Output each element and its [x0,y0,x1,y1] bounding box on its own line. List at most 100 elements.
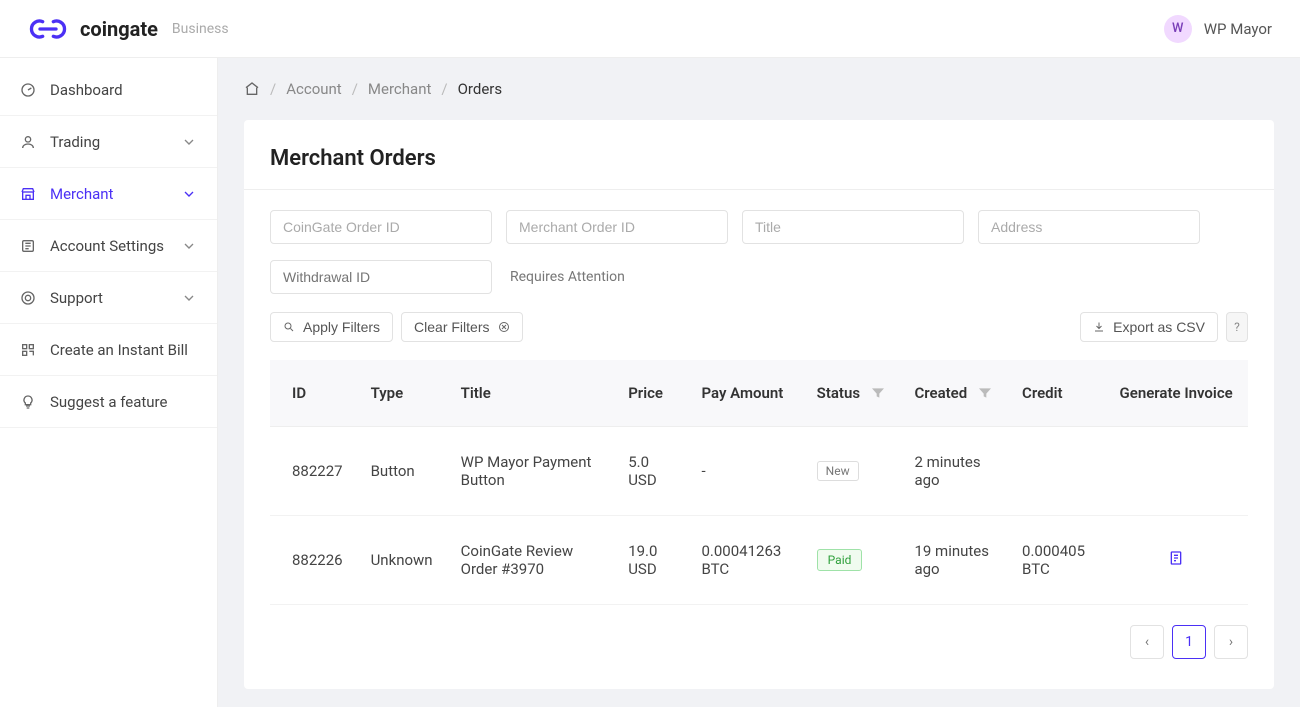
sidebar-item-trading[interactable]: Trading [0,116,217,168]
cell-created: 2 minutes ago [902,427,1010,516]
cell-pay-amount: 0.00041263 BTC [689,516,804,605]
th-price: Price [616,360,689,427]
th-generate-invoice: Generate Invoice [1104,360,1248,427]
th-credit: Credit [1010,360,1104,427]
breadcrumb-sep: / [352,80,358,98]
brand[interactable]: coingate Business [28,17,229,41]
clear-icon [498,321,510,333]
gauge-icon [20,82,36,98]
breadcrumb: / Account / Merchant / Orders [244,58,1274,120]
cell-id: 882226 [270,516,359,605]
sidebar-item-label: Suggest a feature [50,393,167,411]
cell-created: 19 minutes ago [902,516,1010,605]
th-pay-amount: Pay Amount [689,360,804,427]
home-icon[interactable] [244,81,260,97]
filter-icon [870,385,886,401]
table-row[interactable]: 882226UnknownCoinGate Review Order #3970… [270,516,1248,605]
avatar: W [1164,15,1192,43]
bulb-icon [20,394,36,410]
export-hint-button[interactable]: ? [1226,312,1248,342]
user-menu[interactable]: W WP Mayor [1164,15,1272,43]
pagination: ‹ 1 › [270,625,1248,659]
cell-generate-invoice[interactable] [1104,516,1248,605]
lifebuoy-icon [20,290,36,306]
topbar: coingate Business W WP Mayor [0,0,1300,58]
filter-row-2: Requires Attention [270,260,1248,294]
page-next-button[interactable]: › [1214,625,1248,659]
filter-row-1 [270,210,1248,244]
orders-card: Merchant Orders Requires Attention [244,120,1274,689]
cell-status: New [805,427,903,516]
filter-coingate-order-id[interactable] [270,210,492,244]
table-row[interactable]: 882227ButtonWP Mayor Payment Button5.0 U… [270,427,1248,516]
cell-price: 19.0 USD [616,516,689,605]
orders-table: ID Type Title Price Pay Amount Status [270,360,1248,605]
main-content: / Account / Merchant / Orders Merchant O… [218,58,1300,707]
sidebar-item-account-settings[interactable]: Account Settings [0,220,217,272]
sidebar-item-label: Trading [50,133,100,151]
th-status-label: Status [817,384,860,402]
filter-title[interactable] [742,210,964,244]
th-type: Type [359,360,449,427]
filter-withdrawal-id[interactable] [270,260,492,294]
brand-name: coingate [80,17,158,41]
divider [244,189,1274,190]
cell-status: Paid [805,516,903,605]
cell-pay-amount: - [689,427,804,516]
filter-merchant-order-id[interactable] [506,210,728,244]
th-title: Title [449,360,617,427]
th-status[interactable]: Status [805,360,903,427]
brand-logo-icon [28,17,68,41]
sidebar-item-label: Support [50,289,103,307]
filter-toolbar: Apply Filters Clear Filters Expo [270,312,1248,342]
apply-filters-button[interactable]: Apply Filters [270,312,393,342]
status-badge: Paid [817,549,863,571]
cell-type[interactable]: Button [359,427,449,516]
sidebar-item-label: Account Settings [50,237,164,255]
cell-price: 5.0 USD [616,427,689,516]
breadcrumb-merchant[interactable]: Merchant [368,80,431,98]
sidebar-item-label: Dashboard [50,81,123,99]
breadcrumb-account[interactable]: Account [286,80,342,98]
sidebar: Dashboard Trading Merchant [0,58,218,707]
sidebar-item-suggest-feature[interactable]: Suggest a feature [0,376,217,428]
chevron-down-icon [181,238,197,254]
page-prev-button[interactable]: ‹ [1130,625,1164,659]
export-csv-label: Export as CSV [1113,319,1205,335]
chevron-down-icon [181,290,197,306]
filter-icon [977,385,993,401]
table-header-row: ID Type Title Price Pay Amount Status [270,360,1248,427]
clear-filters-label: Clear Filters [414,319,489,335]
cell-credit: 0.000405 BTC [1010,516,1104,605]
sidebar-item-support[interactable]: Support [0,272,217,324]
chevron-down-icon [181,186,197,202]
clear-filters-button[interactable]: Clear Filters [401,312,522,342]
breadcrumb-sep: / [441,80,447,98]
breadcrumb-current: Orders [458,80,503,98]
sidebar-item-merchant[interactable]: Merchant [0,168,217,220]
apply-filters-label: Apply Filters [303,319,380,335]
cell-generate-invoice [1104,427,1248,516]
export-csv-button[interactable]: Export as CSV [1080,312,1218,342]
settings-icon [20,238,36,254]
export-icon [1093,321,1105,333]
cell-id: 882227 [270,427,359,516]
cell-title: WP Mayor Payment Button [449,427,617,516]
sidebar-item-label: Create an Instant Bill [50,341,188,359]
search-icon [283,321,295,333]
storefront-icon [20,186,36,202]
chevron-down-icon [181,134,197,150]
user-name: WP Mayor [1204,20,1272,38]
th-created[interactable]: Created [902,360,1010,427]
th-id: ID [270,360,359,427]
page-number-button[interactable]: 1 [1172,625,1206,659]
brand-tag: Business [172,21,229,37]
person-icon [20,134,36,150]
breadcrumb-sep: / [270,80,276,98]
invoice-icon[interactable] [1168,550,1184,566]
requires-attention-toggle[interactable]: Requires Attention [510,269,625,285]
sidebar-item-label: Merchant [50,185,113,203]
sidebar-item-instant-bill[interactable]: Create an Instant Bill [0,324,217,376]
sidebar-item-dashboard[interactable]: Dashboard [0,64,217,116]
filter-address[interactable] [978,210,1200,244]
